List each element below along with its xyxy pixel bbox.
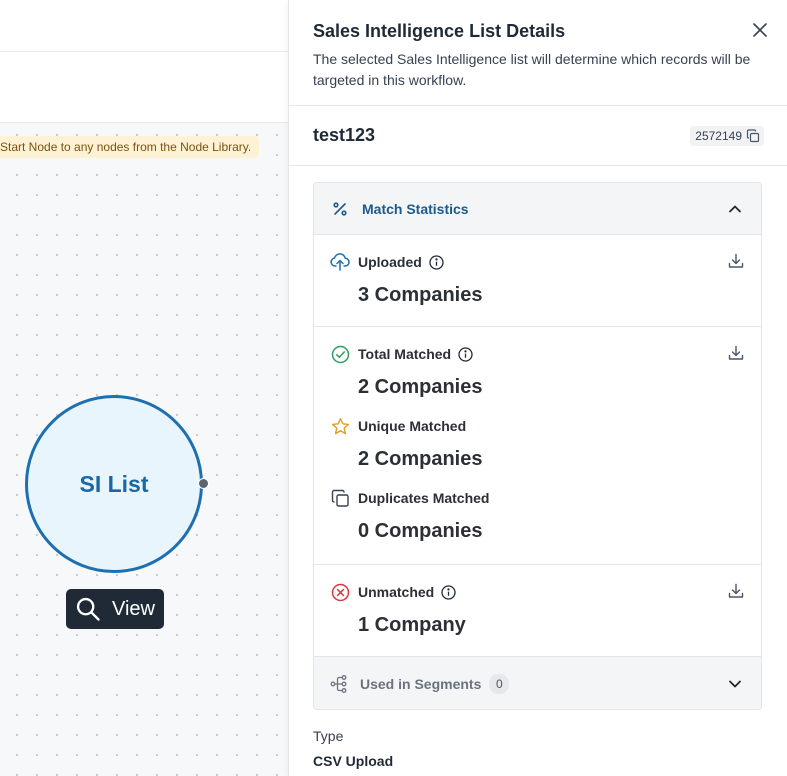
view-button-label: View (112, 597, 155, 620)
drawer-title: Sales Intelligence List Details (313, 21, 566, 41)
x-circle-icon (331, 583, 349, 601)
unique-matched-label: Unique Matched (358, 418, 467, 434)
download-unmatched-button[interactable] (727, 582, 745, 600)
list-id: 2572149 (695, 128, 742, 143)
unique-matched-value: 2 Companies (358, 448, 483, 470)
check-circle-icon (331, 345, 349, 363)
download-icon (728, 253, 744, 268)
match-statistics-toggle[interactable]: Match Statistics (314, 183, 761, 235)
info-icon[interactable] (458, 346, 473, 362)
si-list-node-label: SI List (79, 470, 149, 497)
details-drawer: Sales Intelligence List Details The sele… (288, 0, 787, 776)
matched-section: Total Matched 2 Companies Unique Matched… (314, 327, 761, 565)
unique-matched-metric: Unique Matched 2 Companies (330, 416, 745, 471)
duplicates-matched-value: 0 Companies (358, 520, 483, 542)
info-icon[interactable] (429, 254, 444, 270)
list-name: test123 (313, 125, 376, 145)
search-icon (76, 597, 100, 621)
close-button[interactable] (750, 20, 770, 40)
list-id-copy-button[interactable]: 2572149 (690, 125, 764, 146)
workflow-canvas[interactable]: Start Node to any nodes from the Node Li… (0, 0, 288, 776)
duplicates-matched-metric: Duplicates Matched 0 Companies (330, 488, 745, 543)
drawer-description: The selected Sales Intelligence list wil… (313, 51, 751, 88)
total-matched-metric: Total Matched 2 Companies (330, 344, 745, 399)
drawer-header: Sales Intelligence List Details The sele… (289, 0, 787, 106)
match-statistics-label: Match Statistics (362, 200, 469, 217)
view-node-button[interactable]: View (66, 589, 164, 629)
used-in-segments-toggle[interactable]: Used in Segments 0 (314, 657, 761, 709)
download-uploaded-button[interactable] (727, 252, 745, 270)
upload-cloud-icon (330, 253, 350, 271)
type-value: CSV Upload (313, 753, 394, 769)
chevron-down-icon (729, 680, 741, 687)
node-connection-handle[interactable] (198, 478, 209, 489)
canvas-toolbar (0, 52, 288, 123)
used-in-segments-label: Used in Segments (360, 675, 482, 692)
segments-icon (330, 674, 347, 693)
total-matched-label: Total Matched (358, 346, 452, 362)
duplicate-icon (331, 489, 349, 507)
type-label: Type (313, 728, 344, 744)
info-icon[interactable] (441, 584, 456, 600)
duplicates-matched-label: Duplicates Matched (358, 490, 490, 506)
si-list-node[interactable]: SI List (25, 395, 203, 573)
download-icon (728, 583, 744, 598)
uploaded-label: Uploaded (358, 254, 422, 270)
match-statistics-panel: Match Statistics Uploaded 3 Companies To… (313, 182, 762, 710)
chevron-up-icon (729, 205, 741, 212)
close-icon (753, 23, 767, 37)
uploaded-section: Uploaded 3 Companies (314, 235, 761, 327)
unmatched-value: 1 Company (358, 614, 466, 636)
canvas-top-bar (0, 0, 288, 52)
canvas-hint-banner: Start Node to any nodes from the Node Li… (0, 136, 260, 158)
star-icon (331, 417, 349, 434)
unmatched-label: Unmatched (358, 584, 435, 600)
uploaded-value: 3 Companies (358, 284, 483, 306)
percent-icon (333, 201, 347, 216)
download-matched-button[interactable] (727, 344, 745, 362)
segments-count-badge: 0 (489, 673, 510, 694)
list-summary-row: test123 2572149 (289, 106, 787, 166)
total-matched-value: 2 Companies (358, 376, 483, 398)
copy-icon (746, 128, 760, 142)
unmatched-section: Unmatched 1 Company (314, 565, 761, 657)
download-icon (728, 345, 744, 360)
